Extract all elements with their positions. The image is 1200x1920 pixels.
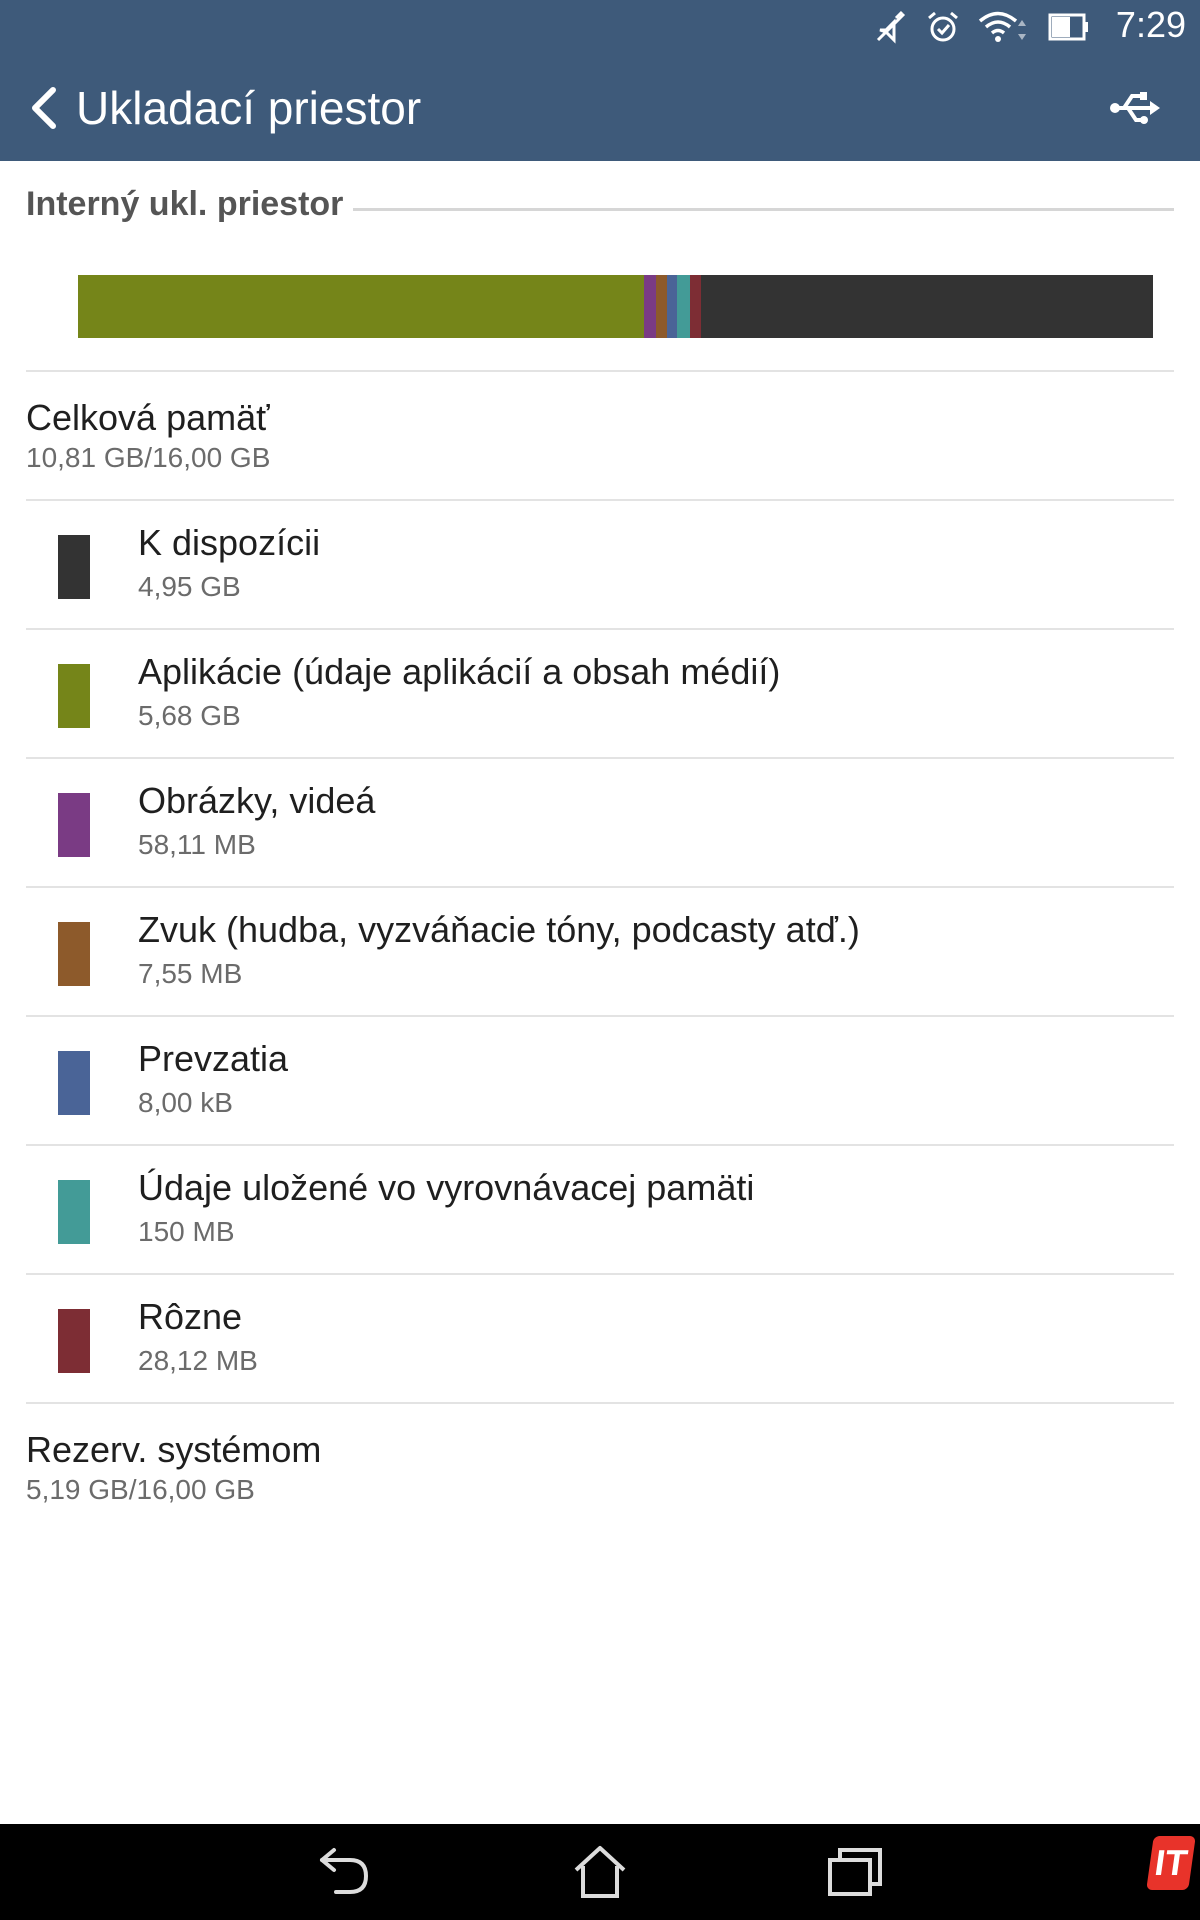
color-swatch xyxy=(58,793,90,857)
storage-item-value: 150 MB xyxy=(138,1216,235,1247)
nav-recents-button[interactable] xyxy=(826,1844,886,1900)
color-swatch xyxy=(58,1309,90,1373)
wifi-icon xyxy=(978,11,1026,42)
mute-icon xyxy=(876,10,906,44)
app-bar: 7:29 Ukladací priestor xyxy=(0,0,1200,161)
color-swatch xyxy=(58,1180,90,1244)
storage-item-downloads[interactable]: Prevzatia 8,00 kB xyxy=(26,1017,1174,1145)
total-storage-value: 10,81 GB/16,00 GB xyxy=(26,442,271,473)
storage-item-audio[interactable]: Zvuk (hudba, vyzváňacie tóny, podcasty a… xyxy=(26,888,1174,1016)
usage-segment-misc xyxy=(689,275,701,338)
storage-item-value: 7,55 MB xyxy=(138,958,243,989)
status-icons xyxy=(874,10,1090,44)
divider xyxy=(26,370,1174,372)
usage-segment-apps xyxy=(78,275,644,338)
reserved-storage-title: Rezerv. systémom xyxy=(26,1429,322,1470)
status-time: 7:29 xyxy=(1115,4,1186,45)
page-title: Ukladací priestor xyxy=(76,82,422,134)
color-swatch xyxy=(58,664,90,728)
usage-segment-cache xyxy=(676,275,690,338)
storage-item-label: Aplikácie (údaje aplikácií a obsah médií… xyxy=(138,651,781,692)
storage-item-value: 58,11 MB xyxy=(138,829,256,860)
storage-item-pictures[interactable]: Obrázky, videá 58,11 MB xyxy=(26,759,1174,887)
total-storage-title: Celková pamäť xyxy=(26,397,270,438)
color-swatch xyxy=(58,1051,90,1115)
storage-item-value: 5,68 GB xyxy=(138,700,241,731)
color-swatch xyxy=(58,535,90,599)
recents-icon xyxy=(828,1848,882,1896)
usage-segment-pictures xyxy=(643,275,657,338)
storage-item-label: Rôzne xyxy=(138,1296,243,1337)
usb-icon xyxy=(1110,92,1160,124)
storage-item-apps[interactable]: Aplikácie (údaje aplikácií a obsah médií… xyxy=(26,630,1174,758)
back-icon xyxy=(320,1848,369,1894)
storage-item-value: 4,95 GB xyxy=(138,571,241,602)
reserved-storage-value: 5,19 GB/16,00 GB xyxy=(26,1474,255,1505)
title-row: Ukladací priestor xyxy=(24,80,421,136)
storage-item-label: K dispozícii xyxy=(138,522,321,563)
navigation-bar xyxy=(0,1824,1200,1920)
section-title: Interný ukl. priestor xyxy=(26,184,344,223)
nav-home-button[interactable] xyxy=(570,1844,630,1900)
alarm-icon xyxy=(928,11,958,42)
storage-usage-bar xyxy=(78,275,1153,338)
storage-item-label: Údaje uložené vo vyrovnávacej pamäti xyxy=(138,1167,755,1208)
total-storage: Celková pamäť 10,81 GB/16,00 GB xyxy=(26,396,270,476)
usage-segment-audio xyxy=(656,275,667,338)
storage-item-value: 28,12 MB xyxy=(138,1345,258,1376)
reserved-storage: Rezerv. systémom 5,19 GB/16,00 GB xyxy=(26,1428,321,1508)
nav-back-button[interactable] xyxy=(314,1844,374,1900)
color-swatch xyxy=(58,922,90,986)
storage-item-label: Obrázky, videá xyxy=(138,780,376,821)
usb-button[interactable] xyxy=(1108,88,1164,128)
storage-item-label: Prevzatia xyxy=(138,1038,289,1079)
usage-segment-available xyxy=(700,275,1153,338)
section-header: Interný ukl. priestor xyxy=(26,182,1174,226)
watermark-logo: IT xyxy=(1146,1836,1196,1890)
back-button[interactable] xyxy=(24,80,62,136)
storage-item-value: 8,00 kB xyxy=(138,1087,233,1118)
home-icon xyxy=(574,1846,626,1898)
storage-item-cache[interactable]: Údaje uložené vo vyrovnávacej pamäti 150… xyxy=(26,1146,1174,1274)
chevron-left-icon xyxy=(32,87,56,129)
section-divider xyxy=(353,207,1174,211)
divider xyxy=(26,1402,1174,1404)
storage-item-label: Zvuk (hudba, vyzváňacie tóny, podcasty a… xyxy=(138,909,860,950)
battery-icon xyxy=(1048,13,1088,41)
storage-item-misc[interactable]: Rôzne 28,12 MB xyxy=(26,1275,1174,1403)
storage-item-available[interactable]: K dispozícii 4,95 GB xyxy=(26,501,1174,629)
usage-segment-downloads xyxy=(666,275,677,338)
